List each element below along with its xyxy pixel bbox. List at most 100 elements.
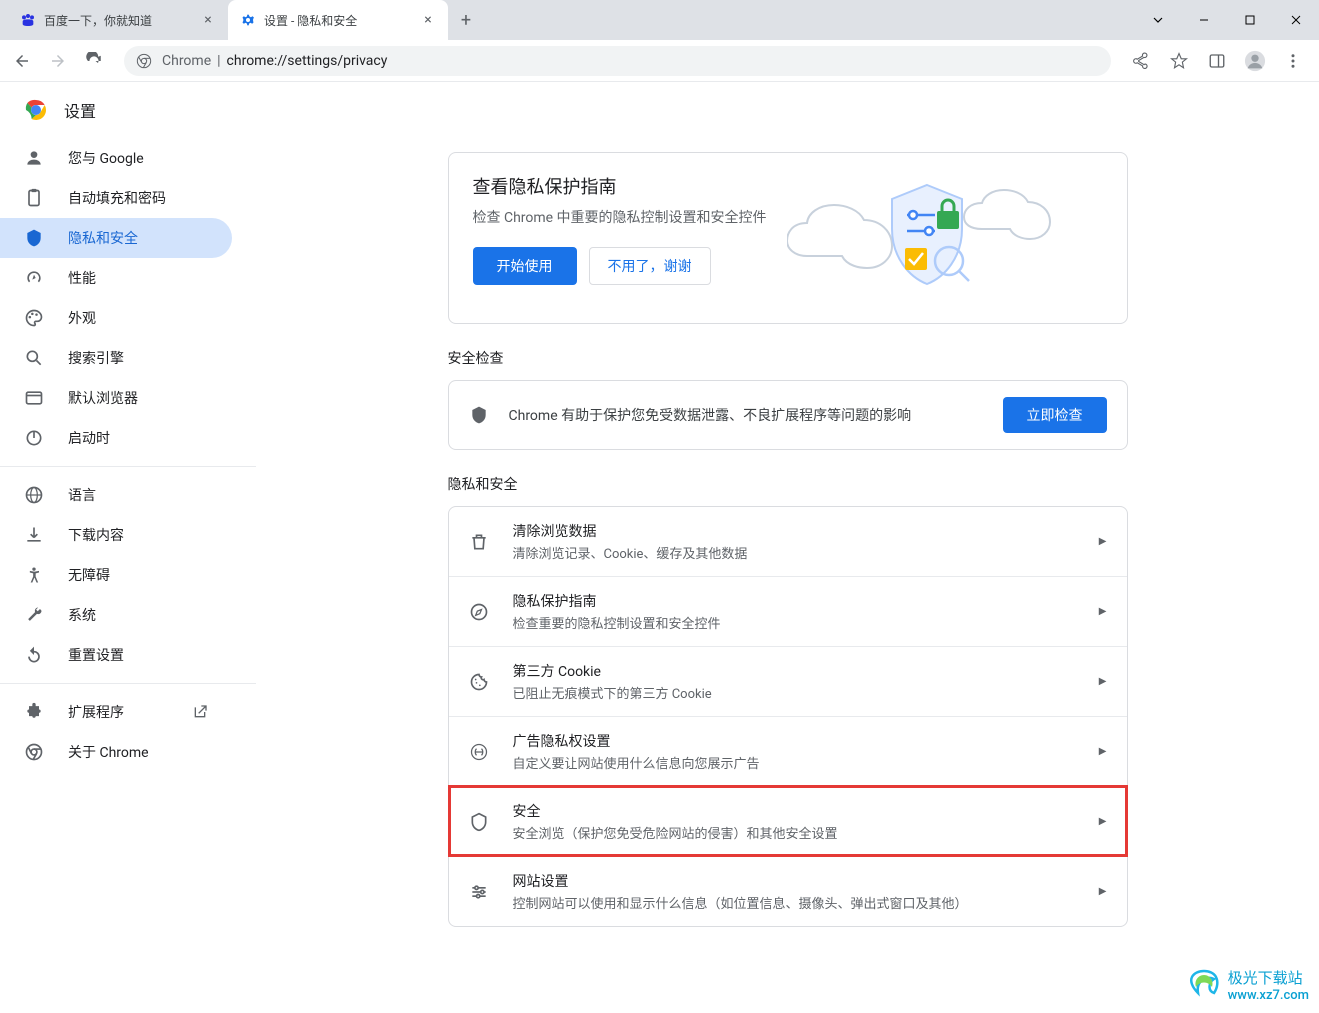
sidebar-item-about[interactable]: 关于 Chrome xyxy=(0,732,232,772)
list-item-security[interactable]: 安全安全浏览（保护您免受危险网站的侵害）和其他安全设置 ▶ xyxy=(449,786,1127,856)
chevron-right-icon: ▶ xyxy=(1099,676,1107,687)
list-item-privacy-guide[interactable]: 隐私保护指南检查重要的隐私控制设置和安全控件 ▶ xyxy=(449,576,1127,646)
sidebar-item-language[interactable]: 语言 xyxy=(0,475,232,515)
bookmark-icon[interactable] xyxy=(1165,47,1193,75)
list-item-cookies[interactable]: 第三方 Cookie 已阻止无痕模式下的第三方 Cookie ▶ xyxy=(449,646,1127,716)
check-now-button[interactable]: 立即检查 xyxy=(1003,397,1107,433)
maximize-button[interactable] xyxy=(1227,0,1273,40)
sidebar-item-autofill[interactable]: 自动填充和密码 xyxy=(0,178,232,218)
settings-favicon xyxy=(240,12,256,28)
chevron-right-icon: ▶ xyxy=(1099,886,1107,897)
sliders-icon xyxy=(469,882,489,902)
sidebar-item-downloads[interactable]: 下载内容 xyxy=(0,515,232,555)
sidebar-item-label: 性能 xyxy=(68,268,96,288)
sidebar-item-accessibility[interactable]: 无障碍 xyxy=(0,555,232,595)
chrome-logo-icon xyxy=(24,98,48,122)
shield-icon xyxy=(469,812,489,832)
address-divider: | xyxy=(217,53,220,69)
chrome-icon xyxy=(136,53,152,69)
list-item-title: 广告隐私权设置 xyxy=(513,731,1099,751)
window-titlebar: 百度一下，你就知道 × 设置 - 隐私和安全 × + xyxy=(0,0,1319,40)
watermark: 极光下载站 www.xz7.com xyxy=(1186,967,1309,1003)
sidebar-item-system[interactable]: 系统 xyxy=(0,595,232,635)
sidebar-item-default-browser[interactable]: 默认浏览器 xyxy=(0,378,232,418)
reload-button[interactable] xyxy=(80,47,108,75)
sidebar-item-label: 启动时 xyxy=(68,428,110,448)
section-title-privacy: 隐私和安全 xyxy=(448,474,1128,494)
page-title: 设置 xyxy=(64,98,96,122)
cookie-icon xyxy=(469,672,489,692)
compass-icon xyxy=(469,602,489,622)
baidu-favicon xyxy=(20,12,36,28)
window-controls xyxy=(1135,0,1319,40)
sidebar-item-label: 关于 Chrome xyxy=(68,742,149,762)
wrench-icon xyxy=(24,605,44,625)
menu-icon[interactable] xyxy=(1279,47,1307,75)
profile-icon[interactable] xyxy=(1241,47,1269,75)
watermark-text2: www.xz7.com xyxy=(1228,988,1309,1003)
safety-check-card: Chrome 有助于保护您免受数据泄露、不良扩展程序等问题的影响 立即检查 xyxy=(448,380,1128,450)
sidebar-item-label: 下载内容 xyxy=(68,525,124,545)
list-item-ad-privacy[interactable]: 广告隐私权设置自定义要让网站使用什么信息向您展示广告 ▶ xyxy=(449,716,1127,786)
ad-icon xyxy=(469,742,489,762)
share-icon[interactable] xyxy=(1127,47,1155,75)
browser-tab-baidu[interactable]: 百度一下，你就知道 × xyxy=(8,0,228,40)
start-button[interactable]: 开始使用 xyxy=(473,247,577,285)
sidebar-item-label: 扩展程序 xyxy=(68,702,124,722)
sidebar-item-startup[interactable]: 启动时 xyxy=(0,418,232,458)
divider xyxy=(0,466,256,467)
watermark-text1: 极光下载站 xyxy=(1228,967,1309,988)
close-button[interactable] xyxy=(1273,0,1319,40)
search-icon xyxy=(24,348,44,368)
sidebar-item-label: 搜索引擎 xyxy=(68,348,124,368)
chevron-down-icon[interactable] xyxy=(1135,0,1181,40)
chevron-right-icon: ▶ xyxy=(1099,816,1107,827)
back-button[interactable] xyxy=(8,47,36,75)
close-icon[interactable]: × xyxy=(200,12,216,28)
list-item-title: 第三方 Cookie xyxy=(513,661,1099,681)
dismiss-button[interactable]: 不用了，谢谢 xyxy=(589,247,711,285)
settings-main: 查看隐私保护指南 检查 Chrome 中重要的隐私控制设置和安全控件 开始使用 … xyxy=(256,82,1319,1013)
sidebar-item-label: 隐私和安全 xyxy=(68,228,138,248)
sidebar-item-performance[interactable]: 性能 xyxy=(0,258,232,298)
list-item-sub: 控制网站可以使用和显示什么信息（如位置信息、摄像头、弹出式窗口及其他） xyxy=(513,893,1099,912)
forward-button[interactable] xyxy=(44,47,72,75)
list-item-title: 隐私保护指南 xyxy=(513,591,1099,611)
sidebar-item-search-engine[interactable]: 搜索引擎 xyxy=(0,338,232,378)
address-scheme: Chrome xyxy=(162,53,211,69)
tab-strip: 百度一下，你就知道 × 设置 - 隐私和安全 × + xyxy=(0,0,480,40)
list-item-clear-data[interactable]: 清除浏览数据清除浏览记录、Cookie、缓存及其他数据 ▶ xyxy=(449,507,1127,576)
list-item-sub: 自定义要让网站使用什么信息向您展示广告 xyxy=(513,753,1099,772)
tab-title: 设置 - 隐私和安全 xyxy=(264,12,414,29)
settings-header: 设置 xyxy=(0,82,1319,138)
sidebar-item-privacy[interactable]: 隐私和安全 xyxy=(0,218,232,258)
address-bar[interactable]: Chrome | chrome://settings/privacy xyxy=(124,46,1111,76)
chevron-right-icon: ▶ xyxy=(1099,536,1107,547)
speedometer-icon xyxy=(24,268,44,288)
sidebar-item-reset[interactable]: 重置设置 xyxy=(0,635,232,675)
sidebar-item-extensions[interactable]: 扩展程序 xyxy=(0,692,232,732)
sidebar-item-label: 重置设置 xyxy=(68,645,124,665)
sidebar-item-label: 语言 xyxy=(68,485,96,505)
sidebar-item-you-and-google[interactable]: 您与 Google xyxy=(0,138,232,178)
shield-icon xyxy=(24,228,44,248)
settings-sidebar: 您与 Google 自动填充和密码 隐私和安全 性能 外观 搜索引擎 默认浏览器 xyxy=(0,82,256,1013)
sidebar-item-appearance[interactable]: 外观 xyxy=(0,298,232,338)
privacy-guide-card: 查看隐私保护指南 检查 Chrome 中重要的隐私控制设置和安全控件 开始使用 … xyxy=(448,152,1128,324)
trash-icon xyxy=(469,532,489,552)
extension-icon xyxy=(24,702,44,722)
list-item-sub: 清除浏览记录、Cookie、缓存及其他数据 xyxy=(513,543,1099,562)
globe-icon xyxy=(24,485,44,505)
list-item-sub: 检查重要的隐私控制设置和安全控件 xyxy=(513,613,1099,632)
list-item-site-settings[interactable]: 网站设置控制网站可以使用和显示什么信息（如位置信息、摄像头、弹出式窗口及其他） … xyxy=(449,856,1127,926)
new-tab-button[interactable]: + xyxy=(452,6,480,34)
external-link-icon xyxy=(192,704,208,720)
list-item-title: 网站设置 xyxy=(513,871,1099,891)
watermark-logo-icon xyxy=(1186,967,1222,1003)
minimize-button[interactable] xyxy=(1181,0,1227,40)
list-item-sub: 已阻止无痕模式下的第三方 Cookie xyxy=(513,683,1099,702)
browser-tab-settings[interactable]: 设置 - 隐私和安全 × xyxy=(228,0,448,40)
close-icon[interactable]: × xyxy=(420,12,436,28)
sidepanel-icon[interactable] xyxy=(1203,47,1231,75)
power-icon xyxy=(24,428,44,448)
